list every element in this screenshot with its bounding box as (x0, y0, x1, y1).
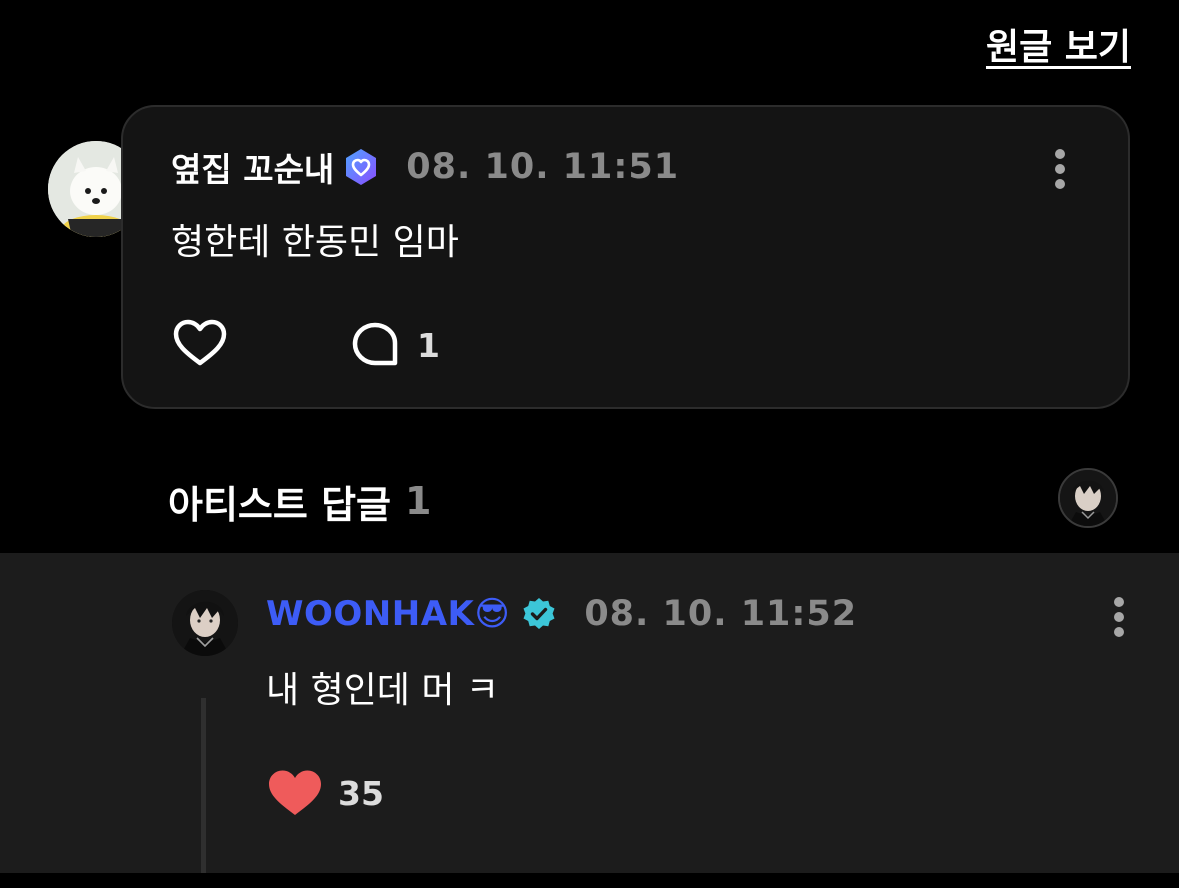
artist-replies-header: 아티스트 답글 1 (168, 476, 432, 527)
thread-connector-line (201, 698, 206, 873)
heart-filled-icon (269, 770, 321, 815)
more-vertical-icon[interactable] (1055, 149, 1065, 189)
fan-comment-timestamp: 08. 10. 11:51 (406, 147, 680, 187)
fan-comment-header: 옆집 꼬순내 08. 10. 11:51 (171, 145, 679, 189)
artist-reply-text: 내 형인데 머 ㅋ (266, 670, 500, 711)
artist-like-button[interactable]: 35 (268, 769, 384, 817)
fan-reply-button[interactable]: 1 (351, 321, 440, 369)
artist-reply-timestamp: 08. 10. 11:52 (584, 594, 858, 634)
view-original-link[interactable]: 원글 보기 (986, 18, 1131, 70)
artist-photo-image (172, 590, 238, 656)
fan-author-name[interactable]: 옆집 꼬순내 (171, 143, 334, 191)
artist-replies-count: 1 (405, 479, 432, 523)
verified-check-badge-icon (522, 597, 556, 631)
artist-avatar[interactable] (172, 590, 238, 656)
artist-photo-image (1060, 470, 1116, 526)
fan-like-button[interactable] (173, 319, 227, 367)
artist-reply-panel: WOONHAK😎 08. 10. 11:52 내 형인데 머 ㅋ 35 (0, 553, 1179, 873)
artist-author-name[interactable]: WOONHAK😎 (266, 594, 510, 634)
heart-outline-icon (173, 319, 227, 366)
artist-reply-header: WOONHAK😎 08. 10. 11:52 (266, 592, 857, 636)
fan-reply-count: 1 (417, 325, 440, 365)
artist-replies-title: 아티스트 답글 (168, 482, 391, 527)
verified-heart-badge-icon (344, 148, 378, 186)
fan-comment-card: 옆집 꼬순내 08. 10. 11:51 형한테 한동민 임마 1 (121, 105, 1130, 409)
artist-mini-avatar[interactable] (1058, 468, 1118, 528)
fan-comment-text: 형한테 한동민 임마 (171, 222, 459, 263)
artist-like-count: 35 (338, 773, 384, 813)
more-vertical-icon[interactable] (1114, 597, 1124, 637)
comment-thread-screen: 원글 보기 옆집 꼬순내 08. 10. 11:51 형한테 한동민 임마 1 … (0, 0, 1179, 888)
comment-bubble-icon (352, 322, 398, 366)
